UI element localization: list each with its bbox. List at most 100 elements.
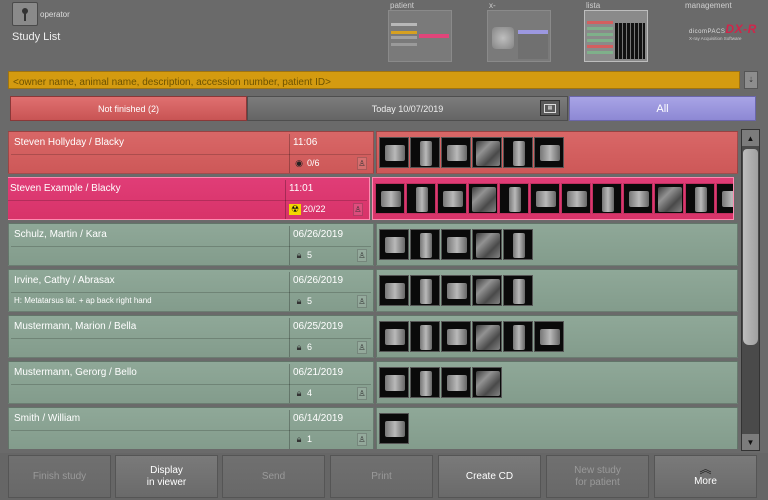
scroll-up-button[interactable]: ▲ (742, 130, 759, 146)
xray-thumbnail[interactable] (379, 321, 409, 352)
xray-thumbnail[interactable] (503, 229, 533, 260)
thumbnail-strip[interactable] (376, 131, 738, 174)
xray-thumbnail[interactable] (503, 321, 533, 352)
study-row[interactable]: Mustermann, Marion / Bella 06/25/2019 🔒︎ 6 ♙ (8, 315, 738, 358)
thumbnail-strip[interactable] (376, 407, 738, 449)
xray-thumbnail[interactable] (534, 321, 564, 352)
patient-info-button[interactable]: ♙ (357, 249, 367, 262)
xray-thumbnail[interactable] (375, 183, 405, 214)
send-button[interactable]: Send (222, 455, 325, 498)
xray-thumbnail[interactable] (499, 183, 529, 214)
xray-thumbnail[interactable] (379, 367, 409, 398)
xray-thumbnail[interactable] (441, 367, 471, 398)
study-info[interactable]: Irvine, Cathy / Abrasax H: Metatarsus lat… (8, 269, 374, 312)
study-info[interactable]: Smith / William 06/14/2019 🔒︎ 1 ♙ (8, 407, 374, 449)
xray-thumbnail[interactable] (406, 183, 436, 214)
operator-button[interactable] (12, 2, 38, 26)
study-row[interactable]: Steven Hollyday / Blacky 11:06 ◉ 0/6 ♙ (8, 131, 738, 174)
study-row[interactable]: Steven Example / Blacky 11:01 ☢ 20/22 ♙ (8, 177, 738, 220)
study-row[interactable]: Mustermann, Gerorg / Bello 06/21/2019 🔒︎ 4 ♙ (8, 361, 738, 404)
xray-thumbnail[interactable] (441, 229, 471, 260)
xray-thumbnail[interactable] (592, 183, 622, 214)
scrollbar-thumb[interactable] (743, 149, 758, 345)
study-list[interactable]: Steven Hollyday / Blacky 11:06 ◉ 0/6 ♙ Steven… (8, 129, 738, 449)
search-field[interactable] (8, 71, 740, 91)
study-row[interactable]: Irvine, Cathy / Abrasax H: Metatarsus lat… (8, 269, 738, 312)
patient-info-button[interactable]: ♙ (357, 341, 367, 354)
filter-today[interactable]: Today 10/07/2019 (247, 96, 568, 121)
scroll-down-button[interactable]: ▼ (742, 434, 759, 450)
xray-thumbnail[interactable] (379, 275, 409, 306)
study-row[interactable]: Schulz, Martin / Kara 06/26/2019 🔒︎ 5 ♙ (8, 223, 738, 266)
xray-thumbnail[interactable] (441, 275, 471, 306)
xray-thumbnail[interactable] (410, 137, 440, 168)
display-in-viewer-button[interactable]: Display in viewer (115, 455, 218, 498)
xray-thumbnail[interactable] (379, 413, 409, 444)
nav-xray-preview (487, 10, 551, 62)
xray-thumbnail[interactable] (379, 229, 409, 260)
xray-thumbnail[interactable] (472, 275, 502, 306)
search-options-button[interactable]: ⇣ (744, 71, 758, 89)
xray-thumbnail[interactable] (441, 137, 471, 168)
study-info[interactable]: Steven Hollyday / Blacky 11:06 ◉ 0/6 ♙ (8, 131, 374, 174)
search-input[interactable] (9, 74, 739, 91)
display-label-line2: in viewer (146, 476, 187, 488)
patient-info-button[interactable]: ♙ (357, 387, 367, 400)
xray-thumbnail[interactable] (472, 229, 502, 260)
filter-not-finished[interactable]: Not finished (2) (10, 96, 247, 121)
xray-thumbnail[interactable] (410, 229, 440, 260)
image-count-value: 0/6 (307, 158, 320, 168)
xray-thumbnail[interactable] (472, 137, 502, 168)
finish-study-button[interactable]: Finish study (8, 455, 111, 498)
lock-icon: 🔒︎ (296, 341, 302, 352)
thumbnail-strip[interactable] (372, 177, 734, 220)
xray-thumbnail[interactable] (623, 183, 653, 214)
xray-thumbnail[interactable] (379, 137, 409, 168)
nav-management-label[interactable]: management (685, 1, 732, 10)
study-info[interactable]: Mustermann, Marion / Bella 06/25/2019 🔒︎ 6 ♙ (8, 315, 374, 358)
thumbnail-strip[interactable] (376, 361, 738, 404)
xray-thumbnail[interactable] (685, 183, 715, 214)
xray-thumbnail[interactable] (654, 183, 684, 214)
xray-thumbnail[interactable] (468, 183, 498, 214)
create-cd-button[interactable]: Create CD (438, 455, 541, 498)
study-row[interactable]: Smith / William 06/14/2019 🔒︎ 1 ♙ (8, 407, 738, 449)
image-count: 🔒︎ 6 (293, 340, 312, 354)
xray-thumbnail[interactable] (410, 367, 440, 398)
new-study-button[interactable]: New study for patient (546, 455, 649, 498)
calendar-button[interactable]: ▦ (540, 100, 560, 116)
xray-thumbnail[interactable] (410, 275, 440, 306)
patient-info-button[interactable]: ♙ (357, 295, 367, 308)
more-button[interactable]: ︽ More (654, 455, 757, 498)
nav-patient-label: patient (390, 1, 415, 10)
patient-info-button[interactable]: ♙ (353, 203, 363, 216)
xray-thumbnail[interactable] (410, 321, 440, 352)
divider (11, 292, 371, 293)
calendar-icon: ▦ (544, 103, 556, 113)
thumbnail-strip[interactable] (376, 223, 738, 266)
xray-thumbnail[interactable] (503, 275, 533, 306)
xray-thumbnail[interactable] (472, 321, 502, 352)
patient-info-button[interactable]: ♙ (357, 157, 367, 170)
eye-icon: ◉ (295, 157, 303, 168)
image-count: 🔒︎ 4 (293, 386, 312, 400)
thumbnail-strip[interactable] (376, 269, 738, 312)
xray-thumbnail[interactable] (530, 183, 560, 214)
xray-thumbnail[interactable] (437, 183, 467, 214)
scrollbar[interactable]: ▲ ▼ (741, 129, 760, 451)
xray-thumbnail[interactable] (716, 183, 733, 214)
thumbnail-strip[interactable] (376, 315, 738, 358)
study-info[interactable]: Schulz, Martin / Kara 06/26/2019 🔒︎ 5 ♙ (8, 223, 374, 266)
print-button[interactable]: Print (330, 455, 433, 498)
patient-info-button[interactable]: ♙ (357, 433, 367, 446)
study-time: 06/14/2019 (293, 413, 344, 424)
image-count: 🔒︎ 5 (293, 294, 312, 308)
filter-all[interactable]: All (569, 96, 756, 121)
study-info[interactable]: Mustermann, Gerorg / Bello 06/21/2019 🔒︎ 4 ♙ (8, 361, 374, 404)
study-info[interactable]: Steven Example / Blacky 11:01 ☢ 20/22 ♙ (8, 177, 370, 220)
xray-thumbnail[interactable] (441, 321, 471, 352)
xray-thumbnail[interactable] (503, 137, 533, 168)
xray-thumbnail[interactable] (472, 367, 502, 398)
xray-thumbnail[interactable] (534, 137, 564, 168)
xray-thumbnail[interactable] (561, 183, 591, 214)
